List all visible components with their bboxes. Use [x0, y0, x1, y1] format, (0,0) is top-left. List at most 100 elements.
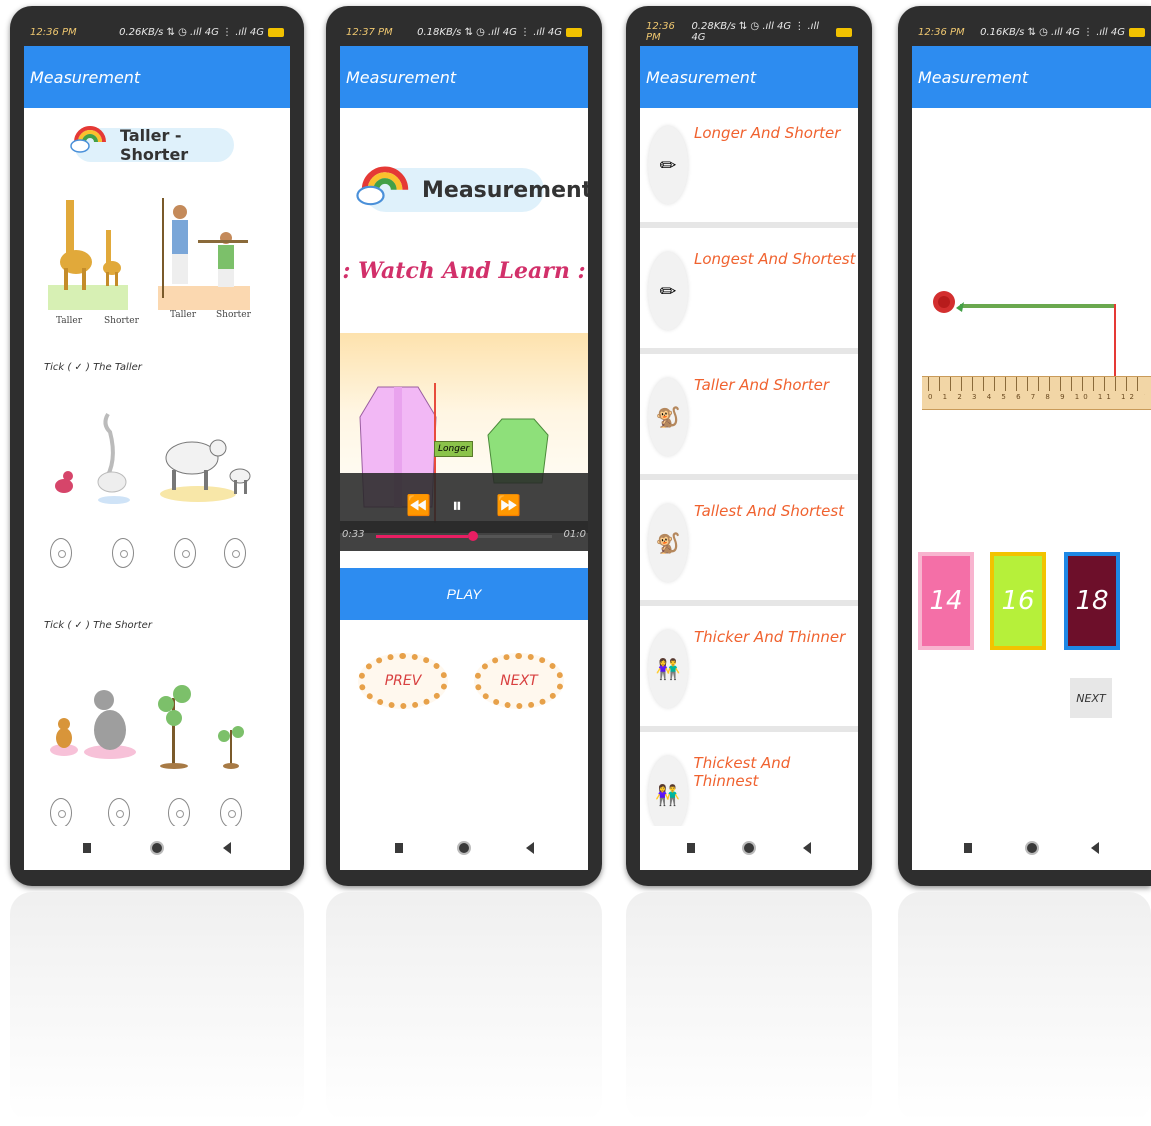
- status-time: 12:37 PM: [346, 26, 393, 38]
- topic-label: Thickest And Thinnest: [693, 754, 791, 790]
- status-icons: 0.16KB/s ⇅ ◷ .ıll 4G ⋮ .ıll 4G: [980, 26, 1125, 38]
- list-item[interactable]: 🐒 Tallest And Shortest: [640, 486, 858, 606]
- status-icons: 0.26KB/s ⇅ ◷ .ıll 4G ⋮ .ıll 4G: [119, 26, 264, 38]
- recents-icon[interactable]: [394, 843, 403, 853]
- next-button[interactable]: NEXT: [474, 653, 564, 709]
- status-bar: 12:36 PM 0.26KB/s ⇅ ◷ .ıll 4G ⋮ .ıll 4G: [24, 18, 290, 46]
- answer-option-16[interactable]: 16: [990, 552, 1046, 650]
- seek-handle[interactable]: [467, 531, 478, 541]
- radio-crane[interactable]: [112, 538, 134, 568]
- phone-4-reflection: [898, 892, 1151, 1122]
- app-title: Measurement: [30, 67, 141, 87]
- home-icon[interactable]: [457, 841, 471, 855]
- longer-tag: Longer: [434, 441, 474, 457]
- android-nav-bar: [24, 826, 290, 870]
- plants-image: [158, 685, 244, 769]
- back-icon[interactable]: [223, 842, 231, 854]
- answer-option-18[interactable]: 18: [1064, 552, 1120, 650]
- rose-stem: [960, 304, 1116, 308]
- screen-watch-and-learn: 12:37 PM 0.18KB/s ⇅ ◷ .ıll 4G ⋮ .ıll 4G …: [340, 18, 588, 870]
- home-icon[interactable]: [1024, 841, 1039, 855]
- list-item[interactable]: 🐒 Taller And Shorter: [640, 360, 858, 480]
- monkeys-icon: 🐒: [648, 378, 688, 456]
- back-icon[interactable]: [525, 842, 534, 854]
- topic-label: Longer And Shorter: [694, 124, 841, 142]
- home-icon[interactable]: [742, 841, 756, 855]
- answer-label: 14: [929, 586, 963, 616]
- phone-4: 12:36 PM 0.16KB/s ⇅ ◷ .ıll 4G ⋮ .ıll 4G …: [898, 6, 1151, 886]
- seek-bar[interactable]: [376, 531, 552, 541]
- battery-icon: [1129, 27, 1145, 37]
- radio-cow[interactable]: [174, 538, 196, 568]
- page-title-banner: Taller - Shorter: [70, 126, 234, 164]
- home-icon[interactable]: [150, 841, 164, 855]
- back-icon[interactable]: [803, 842, 811, 854]
- caption-shorter-men: Shorter: [216, 310, 251, 320]
- end-marker-line: [1114, 304, 1116, 376]
- next-button[interactable]: NEXT: [1070, 678, 1112, 718]
- instruction-tick-taller: Tick ( ✓ ) The Taller: [44, 362, 142, 373]
- instruction-tick-shorter: Tick ( ✓ ) The Shorter: [44, 620, 152, 631]
- list-item[interactable]: 👫 Thickest And Thinnest: [640, 738, 858, 826]
- seek-row: 0:33 01:0: [340, 521, 588, 551]
- radio-bird[interactable]: [50, 538, 72, 568]
- list-item[interactable]: 👫 Thicker And Thinner: [640, 612, 858, 732]
- app-bar: Measurement: [24, 46, 290, 108]
- next-label: NEXT: [1076, 691, 1106, 705]
- recents-icon[interactable]: [687, 843, 695, 853]
- topic-label: Longest And Shortest: [694, 250, 856, 268]
- watch-and-learn-heading: : Watch And Learn :: [342, 258, 586, 284]
- radio-puppy[interactable]: [50, 798, 72, 828]
- rose-icon: [933, 291, 964, 313]
- radio-dog[interactable]: [108, 798, 130, 828]
- radio-tree[interactable]: [168, 798, 190, 828]
- recents-icon[interactable]: [964, 843, 973, 853]
- phone-1-reflection: [10, 892, 304, 1122]
- radio-calf[interactable]: [224, 538, 246, 568]
- caption-taller: Taller: [56, 316, 83, 326]
- caption-taller-men: Taller: [170, 310, 197, 320]
- measurement-title: Measurement: [422, 177, 588, 203]
- topic-label: Thicker And Thinner: [694, 628, 846, 646]
- android-nav-bar: [640, 826, 858, 870]
- battery-icon: [268, 27, 284, 37]
- status-time: 12:36 PM: [30, 26, 77, 38]
- prev-button[interactable]: PREV: [358, 653, 448, 709]
- time-total: 01:0: [563, 529, 586, 540]
- dogs-image: [50, 690, 136, 759]
- screen-taller-shorter: 12:36 PM 0.26KB/s ⇅ ◷ .ıll 4G ⋮ .ıll 4G …: [24, 18, 290, 870]
- battery-icon: [566, 27, 582, 37]
- status-icons: 0.28KB/s ⇅ ◷ .ıll 4G ⋮ .ıll 4G: [691, 21, 820, 43]
- rewind-icon[interactable]: ⏪: [406, 493, 431, 517]
- list-item[interactable]: ✏ Longest And Shortest: [640, 234, 858, 354]
- status-time: 12:36 PM: [646, 21, 675, 43]
- status-time: 12:36 PM: [918, 26, 965, 38]
- video-player[interactable]: Longer ⏪ ⏸ ⏩: [340, 333, 588, 533]
- app-title: Measurement: [346, 67, 457, 87]
- recents-icon[interactable]: [83, 843, 91, 853]
- android-nav-bar: [912, 826, 1151, 870]
- phone-1: 12:36 PM 0.26KB/s ⇅ ◷ .ıll 4G ⋮ .ıll 4G …: [10, 6, 304, 886]
- back-icon[interactable]: [1090, 842, 1099, 854]
- answer-option-14[interactable]: 14: [918, 552, 974, 650]
- app-bar: Measurement: [340, 46, 588, 108]
- radio-sapling[interactable]: [220, 798, 242, 828]
- bird-and-crane-image: [55, 412, 130, 504]
- app-bar: Measurement: [640, 46, 858, 108]
- app-bar: Measurement: [912, 46, 1151, 108]
- play-button[interactable]: PLAY: [340, 568, 588, 620]
- list-item[interactable]: ✏ Longer And Shorter: [640, 108, 858, 228]
- topic-label: Tallest And Shortest: [694, 502, 845, 520]
- cow-and-calf-image: [160, 439, 251, 502]
- phone-2-reflection: [326, 892, 602, 1122]
- screen-ruler-quiz: 12:36 PM 0.16KB/s ⇅ ◷ .ıll 4G ⋮ .ıll 4G …: [912, 18, 1151, 870]
- pencil-icon: ✏: [648, 126, 688, 204]
- fast-forward-icon[interactable]: ⏩: [496, 493, 521, 517]
- page-title: Taller - Shorter: [120, 126, 189, 164]
- pause-icon[interactable]: ⏸: [452, 493, 462, 517]
- app-title: Measurement: [646, 67, 757, 87]
- phone-3: 12:36 PM 0.28KB/s ⇅ ◷ .ıll 4G ⋮ .ıll 4G …: [626, 6, 872, 886]
- ruler-ticks: [928, 377, 1145, 391]
- battery-icon: [836, 27, 852, 37]
- men-image: [158, 198, 250, 310]
